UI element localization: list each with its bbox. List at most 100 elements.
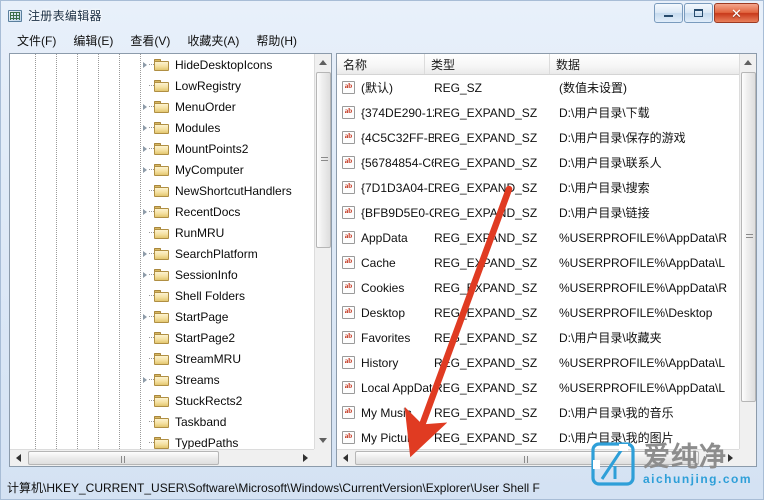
tree-item-label: Streams [175,372,220,387]
value-row[interactable]: ab {BFB9D5E0-C6...REG_EXPAND_SZ D:\用户目录\链接 [337,200,739,225]
tree-item[interactable]: Shell Folders [10,285,314,306]
window-controls: ✕ [654,3,759,23]
tree-item[interactable]: NewShortcutHandlers [10,180,314,201]
grip-icon [120,456,127,463]
tree-item[interactable]: StartPage [10,306,314,327]
value-row[interactable]: ab My Pictures REG_EXPAND_SZ D:\用户目录\我的图片 [337,425,739,449]
string-value-icon: ab [342,330,356,345]
value-data: D:\用户目录\链接 [559,206,650,220]
close-button[interactable]: ✕ [714,3,759,23]
tree-item[interactable]: MyComputer [10,159,314,180]
string-value-icon: ab [342,205,356,220]
tree-scroll-right-button[interactable] [297,450,314,466]
tree-item[interactable]: Modules [10,117,314,138]
folder-icon [154,205,170,219]
menu-edit[interactable]: 编辑(E) [65,30,122,51]
folder-icon [154,100,170,114]
list-scroll-up-button[interactable] [740,54,756,71]
column-header-data[interactable]: 数据 [550,54,739,74]
tree-item[interactable]: Streams [10,369,314,390]
value-name: {56784854-C6... [361,155,434,170]
list-horizontal-scroll-thumb[interactable] [355,451,699,465]
folder-icon [154,373,170,387]
menu-favorites[interactable]: 收藏夹(A) [179,30,248,51]
string-value-icon: ab [342,280,356,295]
tree-item-label: StartPage2 [175,330,236,345]
value-data: %USERPROFILE%\AppData\L [559,355,726,370]
value-data: (数值未设置) [559,81,627,95]
tree-item[interactable]: Taskband [10,411,314,432]
value-row[interactable]: ab Desktop REG_EXPAND_SZ %USERPROFILE%\Desk… [337,300,739,325]
tree-item[interactable]: HideDesktopIcons [10,54,314,75]
tree-item[interactable]: RecentDocs [10,201,314,222]
tree-item[interactable]: LowRegistry [10,75,314,96]
tree-item-label: MountPoints2 [175,141,249,156]
value-type: REG_EXPAND_SZ [434,405,538,420]
value-row[interactable]: ab (默认) REG_SZ (数值未设置) [337,75,739,100]
folder-icon [154,289,170,303]
tree-item[interactable]: StartPage2 [10,327,314,348]
value-row[interactable]: ab {7D1D3A04-DE...REG_EXPAND_SZ D:\用户目录\搜索 [337,175,739,200]
minimize-button[interactable] [654,3,683,23]
tree-item[interactable]: TypedPaths [10,432,314,449]
value-row[interactable]: ab {374DE290-12...REG_EXPAND_SZ D:\用户目录\下载 [337,100,739,125]
tree-item-label: StartPage [175,309,229,324]
value-type: REG_EXPAND_SZ [434,155,538,170]
list-horizontal-scrollbar[interactable] [337,449,739,466]
maximize-button[interactable] [684,3,713,23]
folder-icon [154,226,170,240]
registry-values-list[interactable]: ab(默认)REG_SZ(数值未设置)ab{374DE290-12...REG_… [337,75,739,449]
tree-item[interactable]: StreamMRU [10,348,314,369]
tree-scroll-corner [314,449,331,466]
list-vertical-scrollbar[interactable] [739,54,756,466]
tree-scroll-down-button[interactable] [315,432,331,449]
value-row[interactable]: ab {56784854-C6...REG_EXPAND_SZ D:\用户目录\联系… [337,150,739,175]
tree-horizontal-scroll-thumb[interactable] [28,451,219,465]
list-vertical-scroll-thumb[interactable] [741,72,756,402]
tree-item[interactable]: SessionInfo [10,264,314,285]
value-row[interactable]: ab Local AppData REG_EXPAND_SZ %USERPROFILE… [337,375,739,400]
tree-item[interactable]: StuckRects2 [10,390,314,411]
tree-item-label: TypedPaths [175,435,239,450]
tree-scroll-up-button[interactable] [315,54,331,71]
menu-help[interactable]: 帮助(H) [248,30,306,51]
column-header-type[interactable]: 类型 [425,54,550,74]
folder-icon [154,184,170,198]
value-data: D:\用户目录\下载 [559,106,650,120]
tree-vertical-scroll-thumb[interactable] [316,72,331,248]
tree-item[interactable]: MountPoints2 [10,138,314,159]
value-row[interactable]: ab AppData REG_EXPAND_SZ %USERPROFILE%\AppD… [337,225,739,250]
folder-icon [154,121,170,135]
string-value-icon: ab [342,80,356,95]
tree-item-label: SearchPlatform [175,246,258,261]
column-header-name[interactable]: 名称 [337,54,425,74]
tree-item[interactable]: MenuOrder [10,96,314,117]
tree-item-label: StreamMRU [175,351,242,366]
value-row[interactable]: ab Cache REG_EXPAND_SZ %USERPROFILE%\AppDat… [337,250,739,275]
value-row[interactable]: ab History REG_EXPAND_SZ %USERPROFILE%\AppD… [337,350,739,375]
list-scroll-left-button[interactable] [337,450,354,466]
menu-view[interactable]: 查看(V) [122,30,179,51]
tree-item[interactable]: SearchPlatform [10,243,314,264]
value-row[interactable]: ab Favorites REG_EXPAND_SZ D:\用户目录\收藏夹 [337,325,739,350]
value-name: {374DE290-12... [361,105,434,120]
value-row[interactable]: ab {4C5C32FF-BB...REG_EXPAND_SZ D:\用户目录\保存… [337,125,739,150]
folder-icon [154,58,170,72]
value-name: {4C5C32FF-BB... [361,130,434,145]
list-scroll-right-button[interactable] [722,450,739,466]
registry-tree-pane: HideDesktopIcons LowRegistry MenuOrder Modu… [9,53,332,467]
value-row[interactable]: ab My Music REG_EXPAND_SZ D:\用户目录\我的音乐 [337,400,739,425]
tree-horizontal-scrollbar[interactable] [10,449,314,466]
title-bar[interactable]: 注册表编辑器 ✕ [1,1,763,30]
menu-file[interactable]: 文件(F) [9,30,65,51]
value-type: REG_EXPAND_SZ [434,355,538,370]
value-type: REG_EXPAND_SZ [434,130,538,145]
value-row[interactable]: ab Cookies REG_EXPAND_SZ %USERPROFILE%\AppD… [337,275,739,300]
tree-scroll-left-button[interactable] [10,450,27,466]
tree-item[interactable]: RunMRU [10,222,314,243]
value-name: My Pictures [361,430,424,445]
value-type: REG_EXPAND_SZ [434,330,538,345]
registry-tree[interactable]: HideDesktopIcons LowRegistry MenuOrder Modu… [10,54,314,449]
list-column-headers: 名称 类型 数据 [337,54,739,75]
tree-vertical-scrollbar[interactable] [314,54,331,449]
